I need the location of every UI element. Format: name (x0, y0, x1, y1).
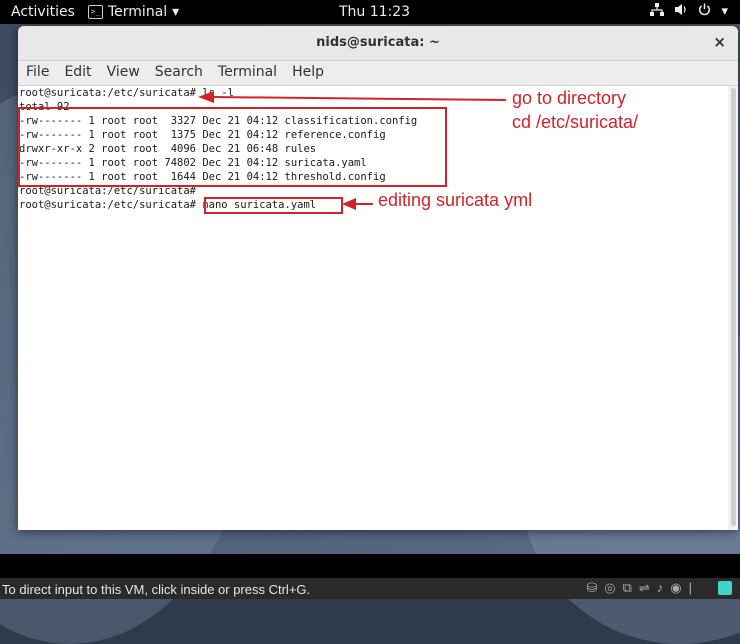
display-icon[interactable]: ◉ (670, 580, 681, 596)
vm-notification-icon[interactable] (718, 581, 732, 595)
volume-icon (674, 3, 688, 20)
terminal-window[interactable]: nids@suricata: ~ × File Edit View Search… (18, 26, 738, 530)
network-adapter-icon[interactable]: ⧉ (623, 580, 632, 596)
window-title: nids@suricata: ~ (316, 35, 440, 50)
vm-status-bar: To direct input to this VM, click inside… (0, 578, 740, 599)
terminal-app-icon: >_ (88, 5, 103, 19)
chevron-down-icon: ▾ (172, 4, 180, 20)
app-menu-label: Terminal (108, 4, 168, 20)
annotation-editing: editing suricata yml (378, 190, 533, 210)
menu-search[interactable]: Search (155, 61, 211, 85)
terminal-line: root@suricata:/etc/suricata# ls -l (19, 87, 234, 99)
sound-icon[interactable]: ♪ (657, 580, 664, 596)
cd-rom-icon[interactable]: ◎ (604, 580, 615, 596)
menu-help[interactable]: Help (292, 61, 332, 85)
window-titlebar[interactable]: nids@suricata: ~ × (18, 26, 738, 61)
system-tray[interactable]: ▾ (650, 3, 728, 20)
separator-icon: | (688, 580, 692, 595)
network-icon (650, 3, 665, 20)
bottom-dock (0, 554, 740, 578)
vm-device-icons: ⛁ ◎ ⧉ ⇌ ♪ ◉ | (586, 580, 692, 596)
close-button[interactable]: × (713, 33, 726, 51)
menu-file[interactable]: File (26, 61, 57, 85)
scrollbar-thumb[interactable] (731, 88, 736, 526)
terminal-scrollbar[interactable] (728, 86, 738, 530)
file-listing-highlight-box (18, 107, 447, 187)
menu-bar: File Edit View Search Terminal Help (18, 61, 738, 86)
menu-edit[interactable]: Edit (64, 61, 99, 85)
annotation-goto-directory: go to directory (512, 88, 627, 108)
app-menu[interactable]: >_ Terminal ▾ (88, 4, 179, 20)
vm-status-text: To direct input to this VM, click inside… (2, 582, 311, 597)
chevron-down-icon: ▾ (721, 4, 728, 19)
hard-disk-icon[interactable]: ⛁ (586, 580, 597, 596)
menu-terminal[interactable]: Terminal (218, 61, 285, 85)
nano-command-highlight-box (204, 197, 343, 214)
usb-icon[interactable]: ⇌ (639, 580, 650, 596)
menu-view[interactable]: View (107, 61, 148, 85)
power-icon (698, 3, 711, 20)
clock[interactable]: Thu 11:23 (339, 4, 410, 20)
annotation-cd-command: cd /etc/suricata/ (512, 112, 639, 132)
activities-button[interactable]: Activities (11, 4, 75, 20)
top-bar: Activities >_ Terminal ▾ Thu 11:23 ▾ (0, 0, 740, 24)
